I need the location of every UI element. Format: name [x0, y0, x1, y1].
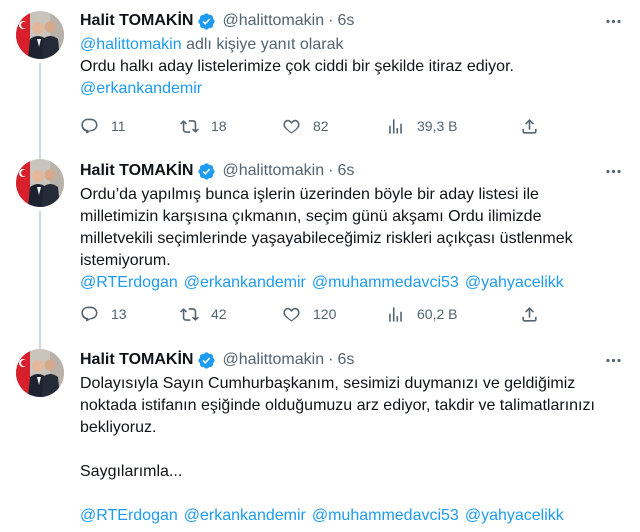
tweet-body: Dolayısıyla Sayın Cumhurbaşkanım, sesimi… — [80, 373, 625, 527]
retweet-count: 42 — [211, 306, 227, 322]
display-name[interactable]: Halit TOMAKİN — [80, 12, 193, 30]
mentions: @RTErdogan @erkankandemir @muhammedavci53 @… — [80, 505, 625, 527]
more-icon[interactable] — [602, 10, 624, 32]
tweet-body: Ordu’da yapılmış bunca işlerin üzerinden… — [80, 184, 625, 294]
avatar[interactable] — [16, 11, 64, 59]
thread-line — [39, 211, 41, 351]
reply-context-text: adlı kişiye yanıt olarak — [181, 36, 344, 53]
mentions: @RTErdogan @erkankandemir @muhammedavci53 @… — [80, 272, 625, 294]
timestamp[interactable]: 6s — [337, 12, 354, 30]
reply-count: 11 — [111, 118, 126, 134]
mention-link[interactable]: @RTErdogan — [80, 274, 178, 291]
timestamp[interactable]: 6s — [337, 162, 354, 180]
mention-link[interactable]: @erkankandemir — [80, 80, 202, 97]
mention-link[interactable]: @RTErdogan — [80, 507, 178, 524]
tweet-header: Halit TOMAKİN @halittomakin · 6s — [80, 10, 354, 32]
views-icon — [389, 306, 402, 322]
closing-line: Saygılarımla... — [80, 463, 183, 480]
view-count: 60,2 B — [417, 306, 458, 322]
views-button[interactable]: 60,2 B — [386, 305, 520, 324]
like-count: 82 — [313, 118, 329, 134]
verified-badge-icon — [198, 162, 216, 180]
verified-badge-icon — [198, 351, 216, 369]
retweet-count: 18 — [211, 118, 227, 134]
user-handle[interactable]: @halittomakin — [222, 12, 324, 30]
reply-count: 13 — [111, 306, 127, 322]
retweet-button[interactable]: 18 — [180, 117, 282, 136]
like-icon — [283, 119, 300, 134]
separator: · — [328, 351, 334, 368]
share-button[interactable] — [520, 117, 539, 136]
tweet-1[interactable]: Halit TOMAKİN @halittomakin · 6s @halitt… — [0, 0, 640, 160]
tweet-text-line: milletimizin karşısına çıkmanın, seçim g… — [80, 208, 542, 225]
action-bar: 11 18 82 39,3 B — [80, 115, 550, 137]
like-button[interactable]: 82 — [282, 117, 386, 136]
like-count: 120 — [313, 306, 337, 322]
like-button[interactable]: 120 — [282, 305, 386, 324]
mention-link[interactable]: @yahyacelikk — [465, 507, 564, 524]
separator: · — [328, 12, 334, 29]
share-icon — [522, 306, 537, 322]
avatar[interactable] — [16, 349, 64, 397]
avatar[interactable] — [16, 159, 64, 207]
view-count: 39,3 B — [417, 118, 458, 134]
reply-mention-link[interactable]: @halittomakin — [80, 36, 182, 53]
separator: · — [328, 162, 334, 179]
tweet-text-line: Ordu halkı aday listelerimize çok ciddi … — [80, 58, 514, 75]
retweet-icon — [180, 307, 199, 321]
retweet-icon — [180, 119, 199, 133]
mention-link[interactable]: @muhammedavci53 — [312, 507, 459, 524]
reply-button[interactable]: 11 — [80, 117, 180, 136]
reply-icon — [81, 306, 98, 321]
mentions: @erkankandemir — [80, 78, 625, 100]
like-icon — [283, 307, 300, 322]
timestamp[interactable]: 6s — [337, 351, 354, 369]
tweet-text-line: milletvekili seçimlerinde yaşayabileceği… — [80, 230, 573, 247]
user-handle[interactable]: @halittomakin — [222, 162, 324, 180]
tweet-body: @halittomakin adlı kişiye yanıt olarak O… — [80, 34, 625, 100]
display-name[interactable]: Halit TOMAKİN — [80, 162, 193, 180]
retweet-button[interactable]: 42 — [180, 305, 282, 324]
tweet-3[interactable]: Halit TOMAKİN @halittomakin · 6s Dolayıs… — [0, 340, 640, 532]
more-icon[interactable] — [602, 160, 624, 182]
tweet-text-line: bekliyoruz. — [80, 419, 157, 436]
views-icon — [389, 118, 402, 134]
tweet-text-line: Dolayısıyla Sayın Cumhurbaşkanım, sesimi… — [80, 375, 576, 392]
display-name[interactable]: Halit TOMAKİN — [80, 351, 193, 369]
verified-badge-icon — [198, 12, 216, 30]
mention-link[interactable]: @yahyacelikk — [465, 274, 564, 291]
reply-context: @halittomakin adlı kişiye yanıt olarak — [80, 34, 625, 56]
tweet-header: Halit TOMAKİN @halittomakin · 6s — [80, 349, 354, 371]
tweet-text-line: istemiyorum. — [80, 252, 171, 269]
mention-link[interactable]: @erkankandemir — [184, 507, 306, 524]
mention-link[interactable]: @muhammedavci53 — [312, 274, 459, 291]
tweet-header: Halit TOMAKİN @halittomakin · 6s — [80, 160, 354, 182]
more-icon[interactable] — [602, 349, 624, 371]
user-handle[interactable]: @halittomakin — [222, 351, 324, 369]
mention-link[interactable]: @erkankandemir — [184, 274, 306, 291]
action-bar: 13 42 120 60,2 B — [80, 303, 550, 325]
views-button[interactable]: 39,3 B — [386, 117, 520, 136]
tweet-text-line: noktada istifanın eşiğinde olduğumuzu ar… — [80, 397, 595, 414]
thread-line — [39, 63, 41, 160]
share-icon — [522, 118, 537, 134]
tweet-2[interactable]: Halit TOMAKİN @halittomakin · 6s Ordu’da… — [0, 150, 640, 351]
reply-icon — [81, 118, 98, 133]
tweet-text-line: Ordu’da yapılmış bunca işlerin üzerinden… — [80, 186, 539, 203]
reply-button[interactable]: 13 — [80, 305, 180, 324]
share-button[interactable] — [520, 305, 539, 324]
